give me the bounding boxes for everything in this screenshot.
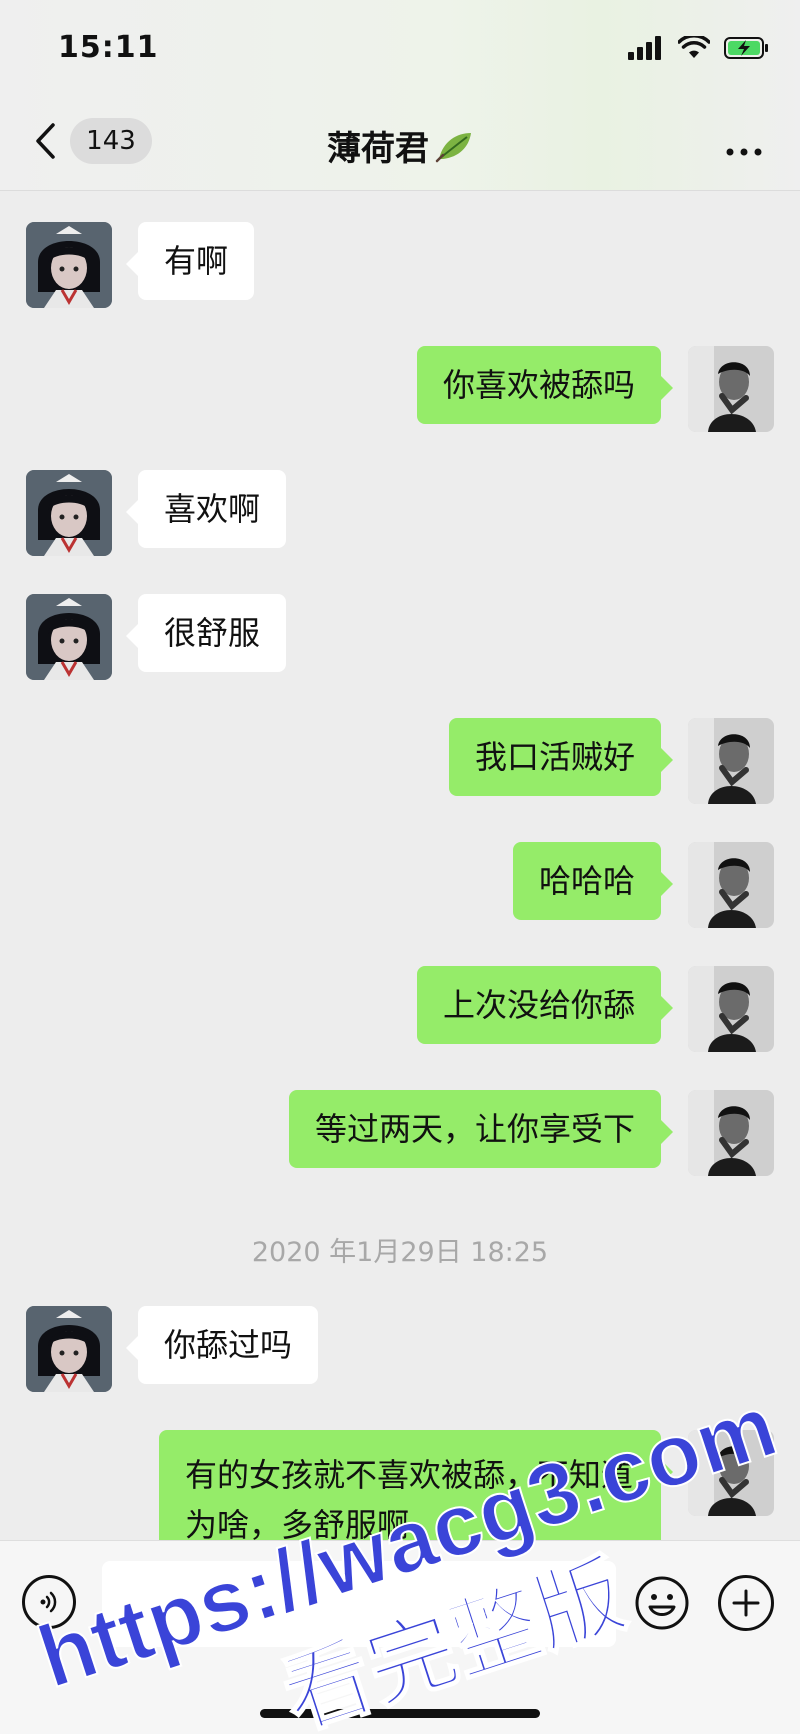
my-avatar[interactable] [688,966,774,1052]
smiley-face-icon [635,1576,689,1630]
chat-timestamp: 2020 年1月29日 18:25 [251,1237,549,1268]
voice-input-button[interactable] [22,1575,76,1629]
message-row-sent: 上次没给你舔 [0,966,800,1066]
message-row-received: 有啊 [0,222,800,322]
my-avatar[interactable] [688,1090,774,1176]
chat-title: 薄荷君 [0,121,800,172]
received-message-bubble[interactable]: 很舒服 [125,594,287,672]
status-icons [628,36,770,60]
leaf-emoji-icon [435,129,473,172]
message-text-input[interactable] [102,1561,616,1647]
message-row-sent: 有的女孩就不喜欢被舔，不知道为啥，多舒服啊 [0,1430,800,1540]
sent-message-bubble[interactable]: 哈哈哈 [512,842,674,920]
wifi-icon [678,36,710,58]
status-time: 15:11 [58,30,159,65]
sent-message-bubble[interactable]: 我口活贼好 [448,718,674,796]
message-row-received: 你舔过吗 [0,1306,800,1406]
more-functions-button[interactable] [718,1575,774,1631]
message-row-received: 喜欢啊 [0,470,800,570]
chat-header: 143 薄荷君 [0,95,800,191]
more-options-button[interactable] [724,131,764,166]
message-row-sent: 我口活贼好 [0,718,800,818]
message-row-sent: 你喜欢被舔吗 [0,346,800,446]
contact-avatar[interactable] [26,594,112,680]
message-row-received: 很舒服 [0,594,800,694]
message-row-sent: 哈哈哈 [0,842,800,942]
my-avatar[interactable] [688,718,774,804]
message-input-bar [0,1540,800,1734]
home-indicator [260,1709,540,1718]
my-avatar[interactable] [688,842,774,928]
received-message-bubble[interactable]: 你舔过吗 [125,1306,319,1384]
contact-avatar[interactable] [26,470,112,556]
my-avatar[interactable] [688,1430,774,1516]
emoji-button[interactable] [634,1575,690,1631]
cellular-signal-icon [628,36,661,60]
contact-avatar[interactable] [26,222,112,308]
received-message-bubble[interactable]: 有啊 [125,222,255,300]
message-row-sent: 等过两天，让你享受下 [0,1090,800,1190]
my-avatar[interactable] [688,346,774,432]
status-bar: 15:11 [0,0,800,95]
voice-wave-icon [40,1591,57,1613]
plus-icon [732,1589,760,1617]
message-list[interactable]: 有啊 你喜欢被舔吗 喜欢啊 很舒服 我口活贼好 哈哈哈 上次没给你舔 等过两天，… [0,190,800,1540]
chat-title-text: 薄荷君 [327,129,429,169]
contact-avatar[interactable] [26,1306,112,1392]
sent-message-bubble[interactable]: 有的女孩就不喜欢被舔，不知道为啥，多舒服啊 [159,1430,673,1540]
sent-message-bubble[interactable]: 等过两天，让你享受下 [288,1090,674,1168]
more-horizontal-icon [726,148,762,156]
sent-message-bubble[interactable]: 你喜欢被舔吗 [416,346,674,424]
sent-message-bubble[interactable]: 上次没给你舔 [416,966,674,1044]
received-message-bubble[interactable]: 喜欢啊 [125,470,287,548]
battery-charging-icon [724,37,768,59]
